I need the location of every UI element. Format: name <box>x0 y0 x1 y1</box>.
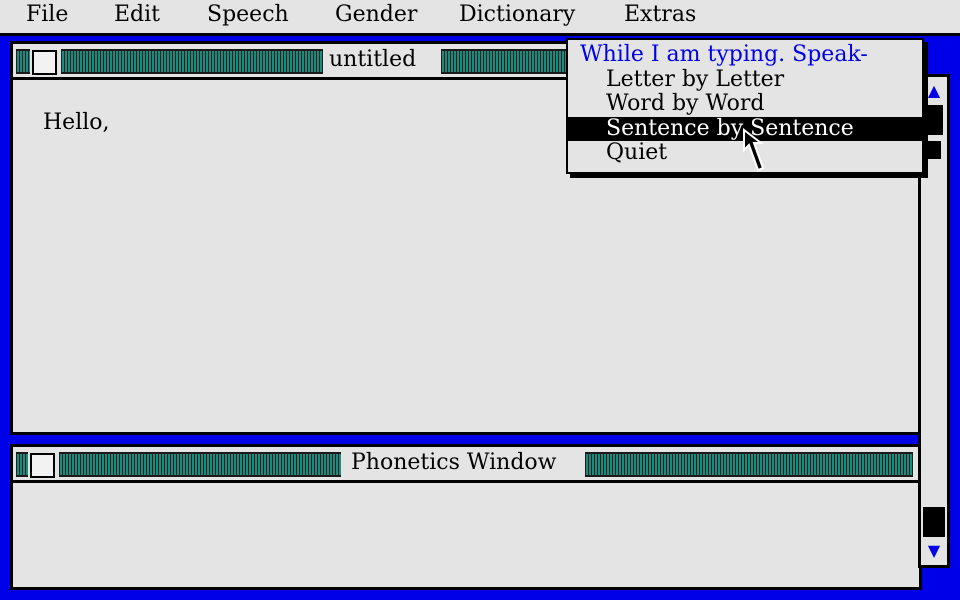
title-stripes <box>59 452 341 477</box>
menu-gender[interactable]: Gender <box>335 2 417 27</box>
dropdown-header: While I am typing. Speak- <box>580 42 868 67</box>
menu-speech[interactable]: Speech <box>207 2 289 27</box>
title-stripes <box>585 452 913 477</box>
scroll-up-arrow-icon[interactable]: ▲ <box>921 79 947 103</box>
menu-bar: File Edit Speech Gender Dictionary Extra… <box>0 0 960 36</box>
document-text[interactable]: Hello, <box>43 110 110 135</box>
title-stripes <box>61 49 323 74</box>
menu-dictionary[interactable]: Dictionary <box>459 2 575 27</box>
menu-item-letter-by-letter[interactable]: Letter by Letter <box>568 68 922 92</box>
scroll-block-bottom <box>923 507 945 537</box>
scroll-down-arrow-icon[interactable]: ▼ <box>921 539 947 563</box>
menu-file[interactable]: File <box>26 2 68 27</box>
arrow-pointer-icon <box>743 128 765 172</box>
phonetics-window-title-bar[interactable]: Phonetics Window <box>13 447 919 483</box>
scroll-marker <box>927 141 941 159</box>
menu-edit[interactable]: Edit <box>114 2 160 27</box>
title-stripes <box>16 49 30 74</box>
title-stripes <box>16 452 28 477</box>
window-title: untitled <box>323 47 423 72</box>
menu-item-word-by-word[interactable]: Word by Word <box>568 92 922 116</box>
menu-extras[interactable]: Extras <box>624 2 696 27</box>
phonetics-window: Phonetics Window <box>10 444 922 590</box>
window-title: Phonetics Window <box>345 450 563 475</box>
scroll-thumb[interactable] <box>925 105 943 135</box>
close-box-icon[interactable] <box>32 50 57 75</box>
close-box-icon[interactable] <box>30 453 55 478</box>
